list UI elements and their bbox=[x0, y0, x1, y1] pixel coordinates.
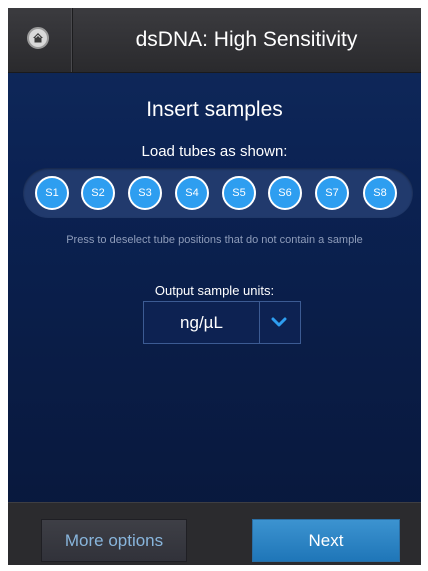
home-icon bbox=[27, 27, 49, 49]
output-units-label: Output sample units: bbox=[154, 283, 275, 298]
deselect-hint: Press to deselect tube positions that do… bbox=[66, 234, 363, 246]
app-screen: dsDNA: High Sensitivity Insert samples L… bbox=[8, 8, 421, 565]
tube-strip: S1 S2 S3 S4 S5 S6 S7 S8 bbox=[23, 168, 413, 218]
tube-position-s8[interactable]: S8 bbox=[363, 176, 397, 210]
more-options-button[interactable]: More options bbox=[41, 519, 187, 562]
tube-position-s3[interactable]: S3 bbox=[128, 176, 162, 210]
page-title: dsDNA: High Sensitivity bbox=[135, 28, 358, 51]
next-button[interactable]: Next bbox=[252, 519, 400, 562]
tube-position-s6[interactable]: S6 bbox=[268, 176, 302, 210]
tube-position-s7[interactable]: S7 bbox=[315, 176, 349, 210]
home-button[interactable] bbox=[8, 8, 73, 72]
dropdown-toggle[interactable] bbox=[259, 302, 300, 343]
output-units-value: ng/µL bbox=[144, 302, 260, 343]
chevron-down-icon bbox=[271, 317, 287, 327]
section-heading: Insert samples bbox=[146, 98, 283, 121]
tube-position-s2[interactable]: S2 bbox=[81, 176, 115, 210]
tube-position-s4[interactable]: S4 bbox=[175, 176, 209, 210]
load-tubes-label: Load tubes as shown: bbox=[141, 143, 288, 160]
tube-position-s1[interactable]: S1 bbox=[35, 176, 69, 210]
bottom-bar: More options Next bbox=[8, 502, 421, 565]
tube-position-s5[interactable]: S5 bbox=[222, 176, 256, 210]
top-bar: dsDNA: High Sensitivity bbox=[8, 8, 421, 73]
output-units-select[interactable]: ng/µL bbox=[143, 301, 301, 344]
